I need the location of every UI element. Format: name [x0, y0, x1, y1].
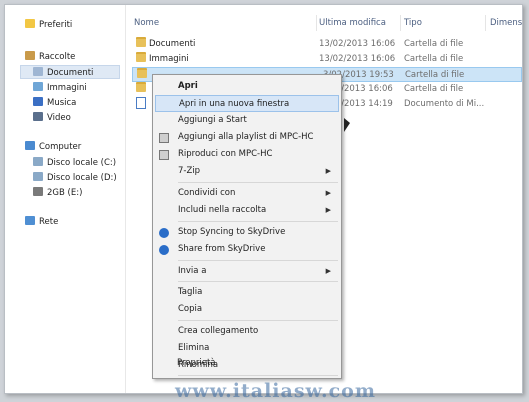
mpc-icon [159, 150, 169, 160]
star-icon [25, 19, 35, 28]
menu-open[interactable]: Apri [155, 78, 339, 95]
nav-libraries[interactable]: Raccolte [25, 50, 75, 64]
drive-icon [33, 157, 43, 166]
menu-add-playlist[interactable]: Aggiungi alla playlist di MPC-HC [155, 129, 339, 146]
skydrive-icon [159, 245, 169, 255]
nav-computer[interactable]: Computer [25, 140, 81, 154]
menu-stop-sync[interactable]: Stop Syncing to SkyDrive [155, 224, 339, 241]
nav-drive-d[interactable]: Disco locale (D:) [33, 171, 117, 185]
submenu-arrow-icon: ▶ [325, 267, 331, 275]
library-icon [25, 51, 35, 60]
submenu-arrow-icon: ▶ [325, 206, 331, 214]
menu-separator [178, 221, 338, 222]
pictures-icon [33, 82, 43, 91]
menu-separator [178, 260, 338, 261]
folder-icon [136, 82, 146, 92]
column-size[interactable]: Dimensi [490, 15, 522, 31]
menu-separator [178, 182, 338, 183]
menu-play-mpc[interactable]: Riproduci con MPC-HC [155, 146, 339, 163]
menu-include-library[interactable]: Includi nella raccolta ▶ [155, 202, 339, 219]
menu-copy[interactable]: Copia [155, 301, 339, 318]
mpc-icon [159, 133, 169, 143]
mouse-cursor-icon [344, 117, 356, 143]
nav-documents[interactable]: Documenti [20, 65, 120, 79]
folder-icon [137, 68, 147, 78]
menu-pin-start[interactable]: Aggiungi a Start [155, 112, 339, 129]
submenu-arrow-icon: ▶ [325, 189, 331, 197]
watermark: www.italiasw.com [175, 380, 376, 402]
nav-network[interactable]: Rete [25, 215, 58, 229]
nav-music[interactable]: Musica [33, 96, 76, 110]
menu-separator [178, 320, 338, 321]
pane-divider[interactable] [125, 5, 126, 393]
computer-icon [25, 141, 35, 150]
column-modified[interactable]: Ultima modifica [319, 15, 386, 31]
column-divider[interactable] [485, 15, 486, 31]
nav-favorites[interactable]: Preferiti [25, 18, 72, 32]
drive-icon [33, 172, 43, 181]
column-type[interactable]: Tipo [404, 15, 422, 31]
nav-video[interactable]: Video [33, 111, 71, 125]
skydrive-icon [159, 228, 169, 238]
menu-create-shortcut[interactable]: Crea collegamento [155, 323, 339, 340]
menu-open-new-window[interactable]: Apri in una nuova finestra [155, 95, 339, 112]
file-row[interactable]: Immagini 13/02/2013 16:06 Cartella di fi… [132, 52, 522, 67]
submenu-arrow-icon: ▶ [325, 167, 331, 175]
menu-send-to[interactable]: Invia a ▶ [155, 263, 339, 280]
menu-share-skydrive[interactable]: Share from SkyDrive [155, 241, 339, 258]
column-header: Nome Ultima modifica Tipo Dimensi [132, 15, 522, 31]
column-divider[interactable] [316, 15, 317, 31]
usb-drive-icon [33, 187, 43, 196]
menu-separator [178, 375, 338, 376]
file-row[interactable]: Documenti 13/02/2013 16:06 Cartella di f… [132, 37, 522, 52]
video-icon [33, 112, 43, 121]
menu-separator [178, 281, 338, 282]
nav-pictures[interactable]: Immagini [33, 81, 87, 95]
folder-icon [136, 37, 146, 47]
music-icon [33, 97, 43, 106]
network-icon [25, 216, 35, 225]
menu-7zip[interactable]: 7-Zip ▶ [155, 163, 339, 180]
explorer-window: Preferiti Raccolte Documenti Immagini Mu… [4, 4, 523, 394]
documents-icon [33, 67, 43, 76]
column-divider[interactable] [400, 15, 401, 31]
navigation-pane: Preferiti Raccolte Documenti Immagini Mu… [5, 5, 125, 393]
word-document-icon [136, 97, 146, 109]
nav-drive-c[interactable]: Disco locale (C:) [33, 156, 116, 170]
menu-cut[interactable]: Taglia [155, 284, 339, 301]
nav-drive-e[interactable]: 2GB (E:) [33, 186, 82, 200]
folder-icon [136, 52, 146, 62]
menu-properties[interactable]: Proprietà [154, 355, 338, 372]
column-name[interactable]: Nome [134, 15, 159, 31]
context-menu: Apri Apri in una nuova finestra Aggiungi… [152, 74, 342, 379]
menu-share-with[interactable]: Condividi con ▶ [155, 185, 339, 202]
